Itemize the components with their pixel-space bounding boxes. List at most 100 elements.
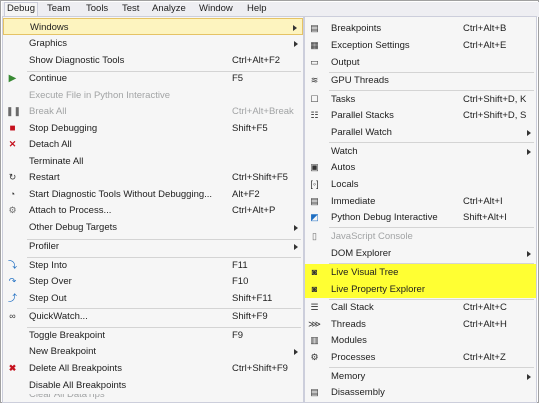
- menu-item-disable-all-breakpoints[interactable]: Disable All Breakpoints: [3, 377, 303, 394]
- step-over-icon: ↷: [8, 276, 17, 286]
- menu-item-label: Modules: [331, 335, 367, 346]
- menu-item-new-breakpoint[interactable]: New Breakpoint: [3, 343, 303, 360]
- submenu-arrow-icon: [293, 25, 297, 31]
- menu-item-exception-settings[interactable]: ▦ Exception Settings Ctrl+Alt+E: [305, 37, 536, 54]
- menubar-analyze[interactable]: Analyze: [150, 2, 188, 17]
- menu-item-continue[interactable]: ▶ Continue F5: [3, 70, 303, 87]
- menu-item-python-debug-interactive[interactable]: ◩ Python Debug Interactive Shift+Alt+I: [305, 209, 536, 226]
- menubar-test[interactable]: Test: [120, 2, 141, 17]
- menu-item-watch[interactable]: Watch: [305, 143, 536, 160]
- menu-item-start-diagnostic-tools[interactable]: ◔ Start Diagnostic Tools Without Debuggi…: [3, 186, 303, 203]
- menu-item-stop-debugging[interactable]: ■ Stop Debugging Shift+F5: [3, 120, 303, 137]
- menu-item-dom-explorer[interactable]: DOM Explorer: [305, 245, 536, 262]
- menu-item-execute-file-python: Execute File in Python Interactive: [3, 87, 303, 104]
- menubar-debug[interactable]: Debug: [4, 2, 38, 17]
- submenu-arrow-icon: [527, 251, 531, 257]
- menu-item-shortcut: Ctrl+Alt+H: [463, 319, 507, 330]
- menu-item-graphics[interactable]: Graphics: [3, 35, 303, 52]
- menu-item-processes[interactable]: ⚙ Processes Ctrl+Alt+Z: [305, 349, 536, 366]
- menu-item-javascript-console: ▯ JavaScript Console: [305, 228, 536, 245]
- menu-item-output[interactable]: ▭ Output: [305, 54, 536, 71]
- menu-item-shortcut: Ctrl+Shift+D, S: [463, 110, 527, 121]
- menubar-window[interactable]: Window: [197, 2, 235, 17]
- menu-item-step-into[interactable]: ⤵ Step Into F11: [3, 257, 303, 274]
- menu-item-shortcut: F11: [232, 260, 248, 271]
- submenu-arrow-icon: [294, 349, 298, 355]
- menu-item-label: Stop Debugging: [29, 123, 98, 134]
- menu-item-shortcut: F5: [232, 73, 244, 84]
- menu-item-profiler[interactable]: Profiler: [3, 238, 303, 255]
- menu-item-label: QuickWatch...: [29, 311, 88, 322]
- menu-item-gpu-threads[interactable]: ≋ GPU Threads: [305, 72, 536, 89]
- processes-icon: ⚙: [310, 352, 319, 362]
- menu-item-call-stack[interactable]: ☰ Call Stack Ctrl+Alt+C: [305, 299, 536, 316]
- menu-item-step-over[interactable]: ↷ Step Over F10: [3, 273, 303, 290]
- step-out-icon: ⤴: [7, 293, 17, 303]
- immediate-icon: ▤: [310, 196, 319, 206]
- menu-item-shortcut: Ctrl+Alt+B: [463, 23, 507, 34]
- menu-item-label: Detach All: [29, 139, 72, 150]
- window-frame: Debug Team Tools Test Analyze Window Hel…: [0, 0, 539, 403]
- menu-item-windows[interactable]: Windows: [3, 18, 303, 35]
- disassembly-icon: ▤: [310, 387, 319, 397]
- menu-item-shortcut: F9: [232, 330, 244, 341]
- menu-item-parallel-stacks[interactable]: ☷ Parallel Stacks Ctrl+Shift+D, S: [305, 107, 536, 124]
- menu-item-other-debug-targets[interactable]: Other Debug Targets: [3, 219, 303, 236]
- exception-settings-icon: ▦: [310, 40, 319, 50]
- menu-item-label: Parallel Watch: [331, 127, 392, 138]
- menu-item-label: Live Visual Tree: [331, 267, 399, 278]
- menu-item-label: Output: [331, 57, 360, 68]
- menu-item-immediate[interactable]: ▤ Immediate Ctrl+Alt+I: [305, 193, 536, 210]
- menu-item-quickwatch[interactable]: ∞ QuickWatch... Shift+F9: [3, 308, 303, 325]
- menu-bar: Debug Team Tools Test Analyze Window Hel…: [2, 2, 539, 17]
- menu-item-delete-all-breakpoints[interactable]: ✖ Delete All Breakpoints Ctrl+Shift+F9: [3, 360, 303, 377]
- menu-item-parallel-watch[interactable]: Parallel Watch: [305, 124, 536, 141]
- menubar-tools[interactable]: Tools: [84, 2, 110, 17]
- menubar-team[interactable]: Team: [45, 2, 72, 17]
- menu-item-label: Start Diagnostic Tools Without Debugging…: [29, 189, 213, 200]
- menu-item-disassembly[interactable]: ▤ Disassembly: [305, 384, 536, 401]
- menu-item-locals[interactable]: [◦] Locals: [305, 176, 536, 193]
- menu-item-shortcut: Ctrl+Alt+F2: [232, 55, 281, 66]
- menu-item-toggle-breakpoint[interactable]: Toggle Breakpoint F9: [3, 327, 303, 344]
- menu-item-label: Continue: [29, 73, 68, 84]
- submenu-arrow-icon: [294, 41, 298, 47]
- menu-item-shortcut: Shift+F5: [232, 123, 268, 134]
- menu-item-label: Disable All Breakpoints: [29, 380, 127, 391]
- menubar-help[interactable]: Help: [245, 2, 269, 17]
- menu-item-attach-to-process[interactable]: ⚙ Attach to Process... Ctrl+Alt+P: [3, 202, 303, 219]
- menu-item-shortcut: Shift+F9: [232, 311, 268, 322]
- menu-item-threads[interactable]: ⋙ Threads Ctrl+Alt+H: [305, 316, 536, 333]
- menu-item-shortcut: Ctrl+Shift+F9: [232, 363, 288, 374]
- menu-item-label: Memory: [331, 371, 366, 382]
- menu-item-label: Graphics: [29, 38, 68, 49]
- menu-item-live-visual-tree[interactable]: ◙ Live Visual Tree: [305, 264, 536, 281]
- menu-item-label: JavaScript Console: [331, 231, 413, 242]
- submenu-arrow-icon: [527, 374, 531, 380]
- menu-item-label: Python Debug Interactive: [331, 212, 438, 223]
- menu-item-label: Show Diagnostic Tools: [29, 55, 125, 66]
- menu-item-label: GPU Threads: [331, 75, 389, 86]
- menu-item-shortcut: Ctrl+Shift+D, K: [463, 94, 527, 105]
- menu-item-show-diagnostic-tools[interactable]: Show Diagnostic Tools Ctrl+Alt+F2: [3, 52, 303, 69]
- menu-item-autos[interactable]: ▣ Autos: [305, 159, 536, 176]
- menu-item-restart[interactable]: ↻ Restart Ctrl+Shift+F5: [3, 169, 303, 186]
- submenu-arrow-icon: [527, 149, 531, 155]
- menu-item-shortcut: Ctrl+Shift+F5: [232, 172, 288, 183]
- debug-menu: Windows Graphics Show Diagnostic Tools C…: [2, 16, 304, 403]
- menu-item-label: Terminate All: [29, 156, 84, 167]
- menu-item-live-property-explorer[interactable]: ◙ Live Property Explorer: [305, 281, 536, 298]
- gpu-threads-icon: ≋: [310, 75, 319, 85]
- menu-item-detach-all[interactable]: ✕ Detach All: [3, 136, 303, 153]
- menu-item-memory[interactable]: Memory: [305, 368, 536, 385]
- menu-item-shortcut: Ctrl+Alt+P: [232, 205, 276, 216]
- output-icon: ▭: [310, 57, 319, 67]
- menu-item-label: Exception Settings: [331, 40, 410, 51]
- menu-item-terminate-all[interactable]: Terminate All: [3, 153, 303, 170]
- menu-item-modules[interactable]: ▥ Modules: [305, 332, 536, 349]
- menu-item-label: New Breakpoint: [29, 346, 97, 357]
- menu-item-breakpoints[interactable]: ▤ Breakpoints Ctrl+Alt+B: [305, 20, 536, 37]
- menu-item-step-out[interactable]: ⤴ Step Out Shift+F11: [3, 290, 303, 307]
- menu-item-tasks[interactable]: ☐ Tasks Ctrl+Shift+D, K: [305, 91, 536, 108]
- menu-item-label: Step Out: [29, 293, 67, 304]
